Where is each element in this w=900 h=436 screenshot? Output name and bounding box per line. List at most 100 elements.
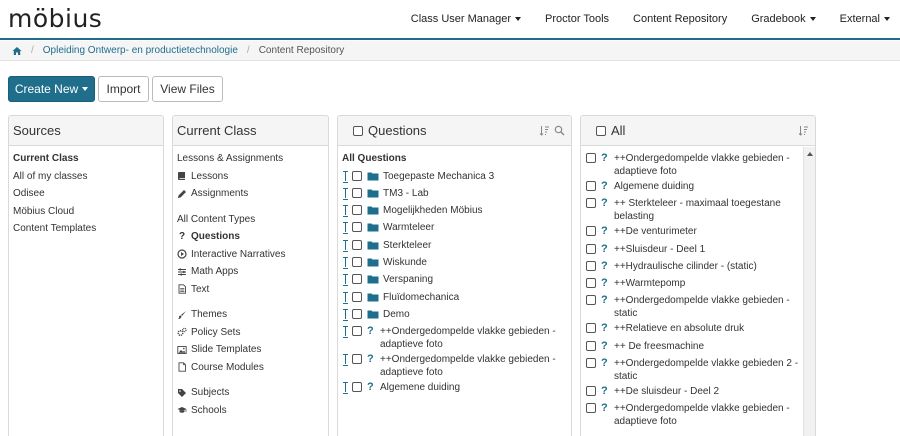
cc-item-questions[interactable]: ? Questions: [177, 228, 324, 246]
item-checkbox[interactable]: [586, 340, 596, 351]
item-checkbox[interactable]: [586, 153, 596, 163]
import-button[interactable]: Import: [98, 76, 149, 102]
source-mobius-cloud[interactable]: Möbius Cloud: [13, 203, 159, 221]
cc-item-math-apps[interactable]: Math Apps: [177, 263, 324, 281]
mobius-logo[interactable]: möbius: [8, 4, 102, 33]
drag-handle-icon[interactable]: [343, 187, 348, 200]
question-checkbox[interactable]: [352, 382, 362, 393]
drag-handle-icon[interactable]: [343, 308, 348, 321]
item-checkbox[interactable]: [586, 323, 596, 334]
item-checkbox[interactable]: [586, 278, 596, 289]
drag-handle-icon[interactable]: [343, 382, 348, 395]
folder-checkbox[interactable]: [352, 222, 362, 233]
drag-handle-icon[interactable]: [343, 205, 348, 218]
drag-handle-icon[interactable]: [343, 170, 348, 183]
drag-handle-icon[interactable]: [343, 239, 348, 252]
question-folder-row[interactable]: TM3 - Lab: [342, 185, 567, 202]
source-current-class[interactable]: Current Class: [13, 150, 159, 168]
all-item-row[interactable]: ? ++Ondergedompelde vlakke gebieden 2 - s…: [585, 355, 799, 383]
question-item-row[interactable]: ? ++Ondergedompelde vlakke gebieden - ada…: [342, 323, 567, 351]
create-new-button[interactable]: Create New: [8, 76, 95, 102]
folder-checkbox[interactable]: [352, 291, 362, 302]
source-odisee[interactable]: Odisee: [13, 185, 159, 203]
item-checkbox[interactable]: [586, 181, 596, 191]
folder-checkbox[interactable]: [352, 274, 362, 285]
sort-icon[interactable]: [798, 125, 809, 136]
all-questions-header[interactable]: All Questions: [342, 150, 567, 168]
all-item-row[interactable]: ? ++Sluisdeur - Deel 1: [585, 241, 799, 258]
drag-handle-icon[interactable]: [343, 256, 348, 269]
drag-handle-icon[interactable]: [343, 274, 348, 287]
question-folder-row[interactable]: Demo: [342, 306, 567, 323]
question-folder-row[interactable]: Fluïdomechanica: [342, 289, 567, 306]
all-item-row[interactable]: ? ++De sluisdeur - Deel 2: [585, 383, 799, 400]
item-checkbox[interactable]: [586, 358, 596, 369]
question-item-row[interactable]: ? Algemene duiding: [342, 379, 567, 396]
folder-checkbox[interactable]: [352, 308, 362, 319]
nav-content-repository[interactable]: Content Repository: [633, 13, 727, 25]
cc-item-themes[interactable]: Themes: [177, 306, 324, 324]
cc-item-course-modules[interactable]: Course Modules: [177, 359, 324, 377]
nav-class-user-manager[interactable]: Class User Manager: [411, 13, 522, 25]
home-icon[interactable]: [12, 46, 22, 56]
all-item-row[interactable]: ? ++ Sterkteleer - maximaal toegestane be…: [585, 195, 799, 223]
folder-checkbox[interactable]: [352, 170, 362, 181]
lessons-assignments-header[interactable]: Lessons & Assignments: [177, 150, 324, 168]
question-folder-row[interactable]: Verspaning: [342, 271, 567, 288]
all-item-row[interactable]: ? ++De venturimeter: [585, 223, 799, 240]
cc-item-subjects[interactable]: Subjects: [177, 384, 324, 402]
question-folder-row[interactable]: Wiskunde: [342, 254, 567, 271]
cc-item-interactive-narratives[interactable]: Interactive Narratives: [177, 246, 324, 264]
item-checkbox[interactable]: [586, 260, 596, 271]
all-item-row[interactable]: ? ++Warmtepomp: [585, 275, 799, 292]
question-checkbox[interactable]: [352, 354, 362, 365]
cc-item-lessons[interactable]: Lessons: [177, 168, 324, 186]
folder-checkbox[interactable]: [352, 239, 362, 250]
source-content-templates[interactable]: Content Templates: [13, 220, 159, 238]
item-checkbox[interactable]: [586, 198, 596, 209]
breadcrumb-course-link[interactable]: Opleiding Ontwerp- en productietechnolog…: [43, 45, 238, 56]
item-checkbox[interactable]: [586, 243, 596, 254]
item-checkbox[interactable]: [586, 386, 596, 397]
drag-handle-icon[interactable]: [343, 326, 348, 339]
source-all-my-classes[interactable]: All of my classes: [13, 168, 159, 186]
question-folder-row[interactable]: Toegepaste Mechanica 3: [342, 168, 567, 185]
question-folder-row[interactable]: Mogelijkheden Möbius: [342, 202, 567, 219]
select-all-questions-checkbox[interactable]: [353, 125, 363, 136]
item-checkbox[interactable]: [586, 295, 596, 306]
cc-item-policy-sets[interactable]: Policy Sets: [177, 324, 324, 342]
view-files-button[interactable]: View Files: [152, 76, 223, 102]
folder-checkbox[interactable]: [352, 205, 362, 216]
cc-item-assignments[interactable]: Assignments: [177, 185, 324, 203]
scroll-up-arrow-icon[interactable]: [807, 152, 813, 156]
question-checkbox[interactable]: [352, 326, 362, 337]
all-panel-scrollbar[interactable]: [803, 147, 815, 436]
cc-item-text[interactable]: Text: [177, 281, 324, 299]
item-checkbox[interactable]: [586, 226, 596, 237]
cc-item-schools[interactable]: Schools: [177, 402, 324, 420]
all-item-row[interactable]: ? ++Relatieve en absolute druk: [585, 320, 799, 337]
all-item-row[interactable]: ? ++ De freesmachine: [585, 338, 799, 355]
question-folder-row[interactable]: Warmteleer: [342, 219, 567, 236]
drag-handle-icon[interactable]: [343, 222, 348, 235]
folder-checkbox[interactable]: [352, 256, 362, 267]
nav-gradebook[interactable]: Gradebook: [751, 13, 816, 25]
cc-item-slide-templates[interactable]: Slide Templates: [177, 341, 324, 359]
all-content-types-header[interactable]: All Content Types: [177, 211, 324, 229]
drag-handle-icon[interactable]: [343, 354, 348, 367]
select-all-checkbox[interactable]: [596, 125, 606, 136]
search-icon[interactable]: [554, 125, 565, 136]
sort-icon[interactable]: [539, 125, 550, 136]
question-item-row[interactable]: ? ++Ondergedompelde vlakke gebieden - ada…: [342, 351, 567, 379]
drag-handle-icon[interactable]: [343, 291, 348, 304]
all-item-row[interactable]: ? Algemene duiding: [585, 178, 799, 195]
item-checkbox[interactable]: [586, 403, 596, 414]
nav-external[interactable]: External: [840, 13, 890, 25]
nav-proctor-tools[interactable]: Proctor Tools: [545, 13, 609, 25]
question-folder-row[interactable]: Sterkteleer: [342, 237, 567, 254]
folder-checkbox[interactable]: [352, 187, 362, 198]
all-item-row[interactable]: ? ++Ondergedompelde vlakke gebieden - sta…: [585, 292, 799, 320]
all-item-row[interactable]: ? ++Hydraulische cilinder - (static): [585, 258, 799, 275]
all-item-row[interactable]: ? ++Ondergedompelde vlakke gebieden - ada…: [585, 400, 799, 428]
all-item-row[interactable]: ? ++Ondergedompelde vlakke gebieden - ada…: [585, 150, 799, 178]
